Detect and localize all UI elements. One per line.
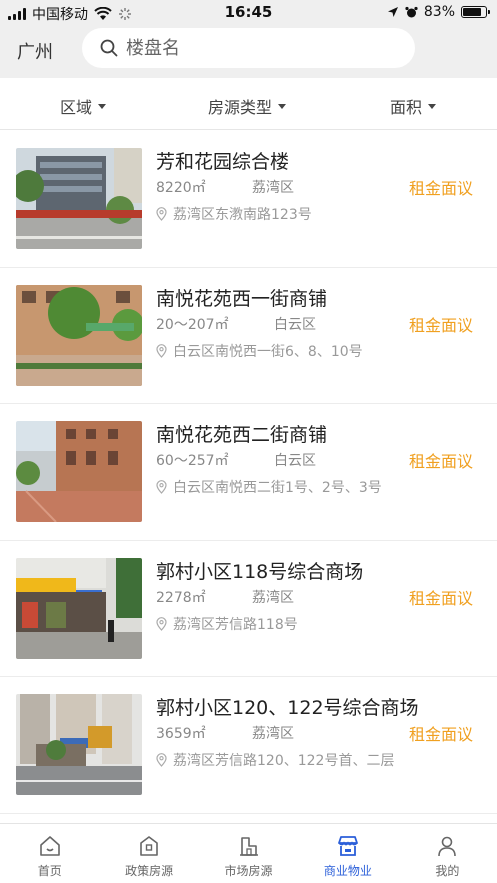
listing-photo [16, 284, 142, 386]
battery-percent: 83% [423, 4, 455, 20]
listing-address: 荔湾区东漖南路123号 [156, 204, 312, 224]
policy-house-icon [140, 836, 158, 856]
listing-area: 20～207㎡ [156, 316, 229, 333]
caret-down-icon [278, 103, 287, 109]
tab-mine[interactable]: 我的 [398, 824, 497, 883]
listing-name: 郭村小区120、122号综合商场 [156, 697, 419, 719]
listing-price: 租金面议 [408, 179, 473, 198]
filter-region-label: 区域 [60, 98, 93, 117]
location-arrow-icon [387, 7, 398, 17]
listing-district: 白云区 [274, 453, 316, 469]
header: 广州 [0, 26, 497, 78]
tab-commercial-property[interactable]: 商业物业 [298, 824, 397, 883]
listing-photo [16, 694, 142, 795]
listing-address-text: 荔湾区芳信路118号 [173, 616, 298, 633]
listing-item[interactable]: 南悦花苑西一街商铺 20～207㎡ 白云区 租金面议 白云区南悦西一街6、8、1… [0, 268, 497, 404]
tab-home-label: 首页 [37, 864, 62, 878]
location-pin-icon [156, 480, 167, 494]
listing-list: 芳和花园综合楼 8220㎡ 荔湾区 租金面议 荔湾区东漖南路123号 南悦花苑西… [0, 131, 497, 814]
filter-area[interactable]: 面积 [390, 94, 437, 118]
battery-level [463, 8, 482, 16]
listing-area: 3659㎡ [156, 726, 206, 742]
tab-market-housing[interactable]: 市场房源 [199, 824, 298, 883]
listing-photo [16, 148, 142, 249]
tab-commercial-property-label: 商业物业 [323, 864, 372, 878]
location-pin-icon [156, 753, 167, 767]
search-input[interactable] [126, 37, 386, 59]
filter-area-label: 面积 [390, 98, 423, 117]
home-icon [39, 836, 60, 856]
listing-area: 60～257㎡ [156, 453, 229, 469]
alarm-icon [405, 6, 418, 17]
listing-area: 8220㎡ [156, 180, 206, 196]
listing-photo [16, 557, 142, 659]
status-right: 83% [387, 4, 490, 20]
location-pin-icon [156, 207, 167, 221]
filter-bar: 区域 房源类型 面积 [0, 78, 497, 130]
filter-house-type[interactable]: 房源类型 [208, 94, 287, 118]
listing-name: 芳和花园综合楼 [156, 151, 290, 173]
listing-district: 荔湾区 [252, 589, 294, 606]
listing-address-text: 荔湾区芳信路120、122号首、二层 [173, 753, 395, 769]
caret-down-icon [98, 103, 107, 109]
status-bar: 中国移动 16:45 83% [0, 0, 497, 26]
listing-item[interactable]: 南悦花苑西二街商铺 60～257㎡ 白云区 租金面议 白云区南悦西二街1号、2号… [0, 404, 497, 541]
listing-price: 租金面议 [408, 315, 473, 335]
user-icon [438, 836, 457, 857]
filter-house-type-label: 房源类型 [208, 98, 273, 117]
listing-name: 南悦花苑西一街商铺 [156, 287, 328, 310]
listing-area: 2278㎡ [156, 589, 206, 606]
listing-price: 租金面议 [408, 588, 473, 608]
listing-photo [16, 421, 142, 522]
bottom-tab-bar: 首页 政策房源 市场房源 商业物业 我的 [0, 823, 497, 883]
caret-down-icon [428, 103, 437, 109]
listing-address: 白云区南悦西一街6、8、10号 [156, 341, 363, 361]
tab-market-housing-label: 市场房源 [224, 864, 273, 878]
listing-address: 荔湾区芳信路120、122号首、二层 [156, 750, 394, 770]
listing-name: 郭村小区118号综合商场 [156, 560, 364, 583]
tab-mine-label: 我的 [435, 864, 460, 878]
search-icon [100, 39, 118, 57]
city-selector[interactable]: 广州 [17, 38, 53, 64]
market-house-icon [239, 837, 258, 856]
listing-district: 白云区 [274, 316, 316, 333]
location-pin-icon [156, 616, 167, 631]
listing-address: 荔湾区芳信路118号 [156, 614, 298, 634]
tab-policy-housing-label: 政策房源 [125, 864, 174, 878]
listing-address-text: 荔湾区东漖南路123号 [173, 207, 312, 223]
search-bar[interactable] [82, 28, 415, 68]
listing-district: 荔湾区 [252, 180, 294, 196]
tab-policy-housing[interactable]: 政策房源 [99, 824, 198, 883]
listing-district: 荔湾区 [252, 726, 294, 742]
location-pin-icon [156, 343, 167, 358]
filter-region[interactable]: 区域 [60, 94, 107, 118]
listing-item[interactable]: 芳和花园综合楼 8220㎡ 荔湾区 租金面议 荔湾区东漖南路123号 [0, 131, 497, 268]
tab-home[interactable]: 首页 [0, 824, 99, 883]
listing-item[interactable]: 郭村小区120、122号综合商场 3659㎡ 荔湾区 租金面议 荔湾区芳信路12… [0, 677, 497, 814]
listing-address: 白云区南悦西二街1号、2号、3号 [156, 477, 382, 497]
listing-address-text: 白云区南悦西二街1号、2号、3号 [173, 480, 382, 496]
listing-item[interactable]: 郭村小区118号综合商场 2278㎡ 荔湾区 租金面议 荔湾区芳信路118号 [0, 541, 497, 677]
listing-address-text: 白云区南悦西一街6、8、10号 [173, 343, 363, 360]
listing-price: 租金面议 [408, 725, 473, 744]
store-icon [338, 836, 358, 856]
battery-icon [461, 6, 490, 18]
listing-name: 南悦花苑西二街商铺 [156, 424, 328, 446]
listing-price: 租金面议 [408, 452, 473, 471]
